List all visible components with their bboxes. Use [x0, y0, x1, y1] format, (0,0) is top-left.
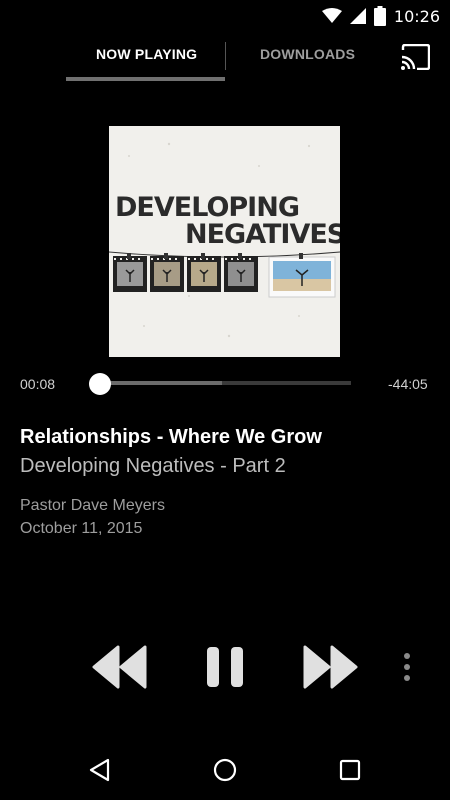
track-series: Developing Negatives - Part 2: [20, 455, 286, 477]
tab-indicator: [66, 77, 225, 81]
seek-buffer: [99, 381, 223, 385]
tab-divider: [225, 42, 226, 70]
filmstrip-photos: [113, 253, 336, 298]
recents-icon[interactable]: [337, 757, 363, 783]
track-speaker: Pastor Dave Meyers: [20, 497, 165, 514]
tab-now-playing[interactable]: NOW PLAYING: [96, 46, 197, 62]
battery-icon: [373, 6, 386, 26]
album-artwork-graphic: DEVELOPING NEGATIVES: [109, 126, 340, 357]
more-vert-icon[interactable]: [400, 652, 414, 682]
seek-bar[interactable]: [99, 381, 351, 385]
fast-forward-icon[interactable]: [302, 645, 358, 689]
seek-thumb[interactable]: [88, 373, 111, 395]
signal-icon: [349, 8, 366, 24]
status-bar: 10:26: [0, 0, 450, 32]
cast-icon[interactable]: [400, 44, 430, 70]
tab-bar: NOW PLAYING DOWNLOADS: [0, 32, 450, 84]
home-icon[interactable]: [212, 757, 238, 783]
remaining-time: -44:05: [388, 376, 428, 392]
clock: 10:26: [393, 6, 440, 26]
back-icon[interactable]: [87, 757, 113, 783]
wifi-icon: [321, 8, 342, 23]
track-date: October 11, 2015: [20, 520, 143, 537]
tab-downloads[interactable]: DOWNLOADS: [260, 46, 355, 62]
track-title: Relationships - Where We Grow: [20, 426, 322, 448]
navigation-bar: [0, 740, 450, 800]
album-title-line2: NEGATIVES: [185, 219, 340, 250]
elapsed-time: 00:08: [20, 376, 56, 392]
rewind-icon[interactable]: [92, 645, 148, 689]
pause-icon[interactable]: [205, 645, 245, 689]
album-art: DEVELOPING NEGATIVES: [109, 126, 340, 357]
